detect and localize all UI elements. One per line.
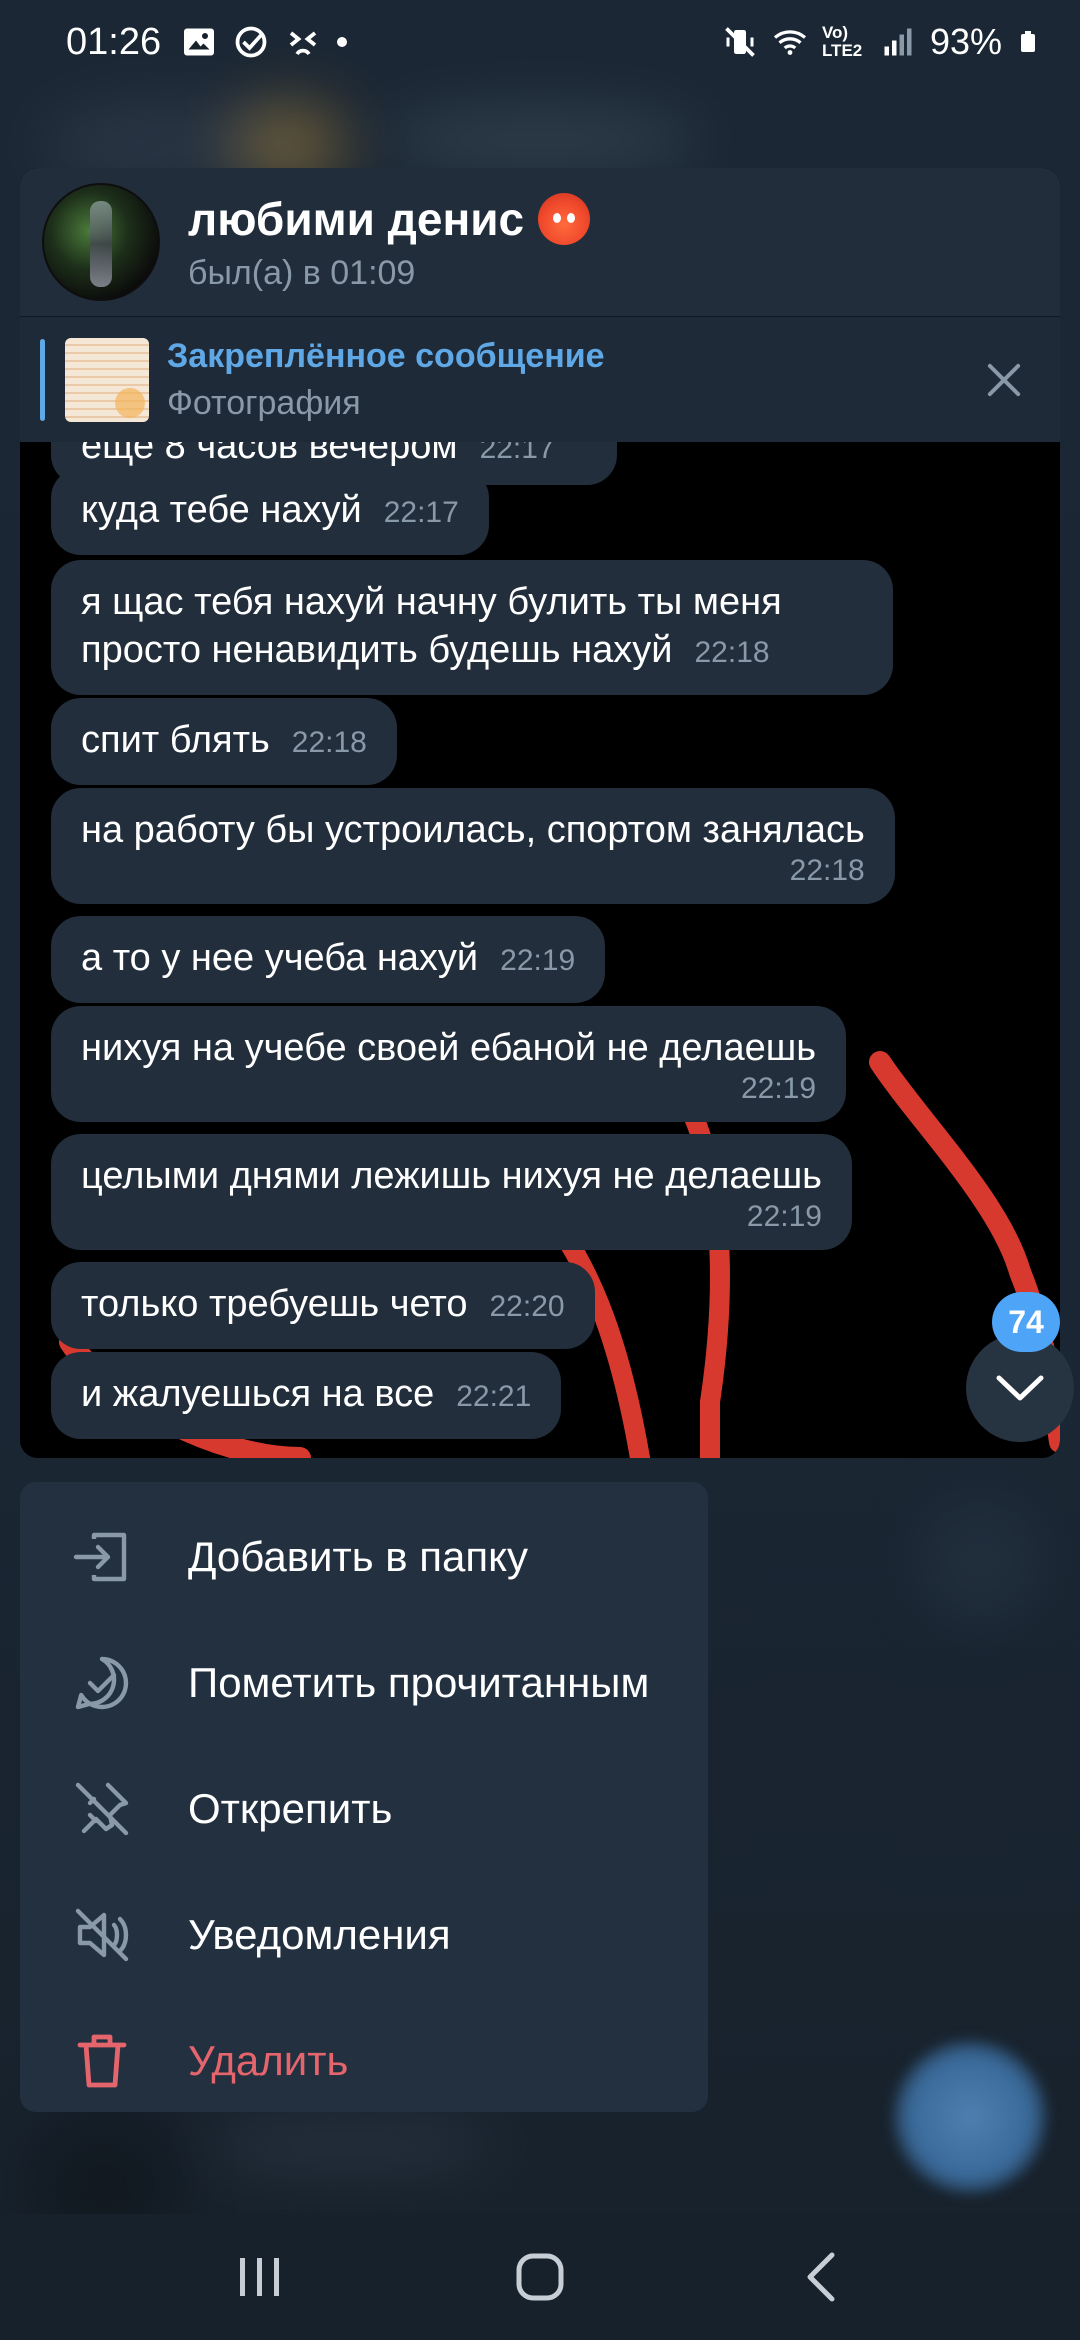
pinned-photo-thumbnail — [65, 337, 149, 422]
chat-header[interactable]: любими денис был(а) в 01:09 — [20, 168, 1060, 316]
fire-emoji-icon — [538, 192, 591, 245]
context-menu: Добавить в папку Пометить прочитанным От… — [20, 1482, 708, 2112]
battery-icon — [1021, 31, 1035, 52]
background-blur — [380, 110, 700, 170]
message-time: 22:19 — [746, 1200, 822, 1233]
network-label: Vo) LTE2 — [821, 23, 863, 60]
message-text: на работу бы устроилась, спортом занялас… — [81, 809, 865, 851]
menu-item-label: Открепить — [188, 1785, 393, 1832]
compose-fab — [893, 2040, 1047, 2194]
message-text: только требуешь чето — [81, 1283, 468, 1325]
home-button[interactable] — [500, 2237, 580, 2317]
message-text: целыми днями лежишь нихуя не делаешь — [81, 1155, 822, 1197]
message-bubble[interactable]: спит блять 22:18 — [51, 698, 397, 785]
check-notification-icon — [235, 26, 267, 58]
avatar[interactable] — [42, 183, 160, 301]
message-bubble[interactable]: а то у нее учеба нахуй 22:19 — [51, 916, 606, 1003]
background-blur — [920, 1500, 1040, 1620]
menu-item-label: Пометить прочитанным — [188, 1659, 650, 1706]
menu-item-unpin[interactable]: Открепить — [20, 1746, 708, 1872]
message-bubble[interactable]: целыми днями лежишь нихуя не делаешь 22:… — [51, 1134, 852, 1250]
unread-count-badge: 74 — [992, 1292, 1060, 1352]
pinned-subtitle: Фотография — [167, 383, 361, 422]
message-time: 22:20 — [489, 1290, 565, 1323]
battery-percent: 93% — [929, 21, 1002, 62]
last-seen-status: был(а) в 01:09 — [188, 253, 416, 292]
message-bubble[interactable]: и жалуешься на все 22:21 — [51, 1352, 562, 1439]
status-bar: 01:26 Vo) LTE2 93% — [0, 0, 1080, 84]
pinned-indicator — [40, 338, 45, 421]
menu-item-label: Добавить в папку — [188, 1533, 528, 1580]
system-nav-bar — [0, 2214, 1080, 2340]
message-time: 22:17 — [479, 442, 555, 465]
pinned-title: Закреплённое сообщение — [167, 336, 605, 375]
trash-icon — [77, 2034, 127, 2088]
message-text: нихуя на учебе своей ебаной не делаешь — [81, 1027, 817, 1069]
vibrate-mute-icon — [725, 27, 755, 57]
add-to-folder-icon — [73, 1532, 127, 1582]
chat-preview[interactable]: любими денис был(а) в 01:09 Закреплённое… — [20, 168, 1060, 1458]
message-time: 22:19 — [740, 1072, 817, 1105]
message-bubble[interactable]: на работу бы устроилась, спортом занялас… — [51, 788, 895, 904]
message-text: куда тебе нахуй — [81, 489, 362, 531]
more-notifications-dot — [337, 37, 348, 47]
menu-item-label: Удалить — [188, 2037, 349, 2084]
close-pinned-icon[interactable] — [984, 360, 1024, 400]
message-bubble[interactable]: нихуя на учебе своей ебаной не делаешь 2… — [51, 1006, 847, 1122]
message-bubble[interactable]: только требуешь чето 22:20 — [51, 1262, 595, 1349]
message-text: а то у нее учеба нахуй — [81, 937, 479, 979]
background-blur — [200, 2120, 500, 2170]
message-time: 22:18 — [291, 726, 367, 759]
chevron-down-icon — [996, 1375, 1044, 1401]
menu-item-notifications[interactable]: Уведомления — [20, 1872, 708, 1998]
pinned-message-bar[interactable]: Закреплённое сообщение Фотография — [20, 316, 1060, 442]
menu-item-mark-read[interactable]: Пометить прочитанным — [20, 1620, 708, 1746]
message-text: спит блять — [81, 719, 270, 761]
menu-item-label: Уведомления — [188, 1911, 451, 1958]
menu-item-delete[interactable]: Удалить — [20, 1998, 708, 2124]
message-time: 22:19 — [500, 944, 576, 977]
message-time: 22:21 — [456, 1380, 532, 1413]
status-time: 01:26 — [66, 20, 162, 63]
app-notification-icon — [289, 31, 317, 56]
message-time: 22:18 — [694, 636, 770, 669]
message-text: я щас тебя нахуй начну булить ты меня пр… — [81, 581, 782, 671]
recent-apps-icon — [240, 2258, 279, 2296]
message-text: и жалуешься на все — [81, 1373, 435, 1415]
recent-apps-button[interactable] — [220, 2237, 300, 2317]
signal-icon — [884, 28, 912, 56]
back-button[interactable] — [780, 2237, 860, 2317]
back-icon — [807, 2252, 835, 2302]
message-text: еще 8 часов вечером — [81, 442, 458, 467]
message-bubble[interactable]: я щас тебя нахуй начну булить ты меня пр… — [51, 560, 893, 695]
message-bubble[interactable]: куда тебе нахуй 22:17 — [51, 468, 489, 555]
chat-messages[interactable]: еще 8 часов вечером 22:17 куда тебе нахуй… — [20, 442, 1060, 1458]
mute-icon — [75, 1908, 129, 1962]
message-time: 22:18 — [789, 854, 865, 887]
gallery-notification-icon — [184, 28, 215, 56]
home-icon — [516, 2253, 564, 2301]
screen: 01:26 Vo) LTE2 93% любими денис был(а) в… — [0, 0, 1080, 2340]
menu-item-add-to-folder[interactable]: Добавить в папку — [20, 1494, 708, 1620]
wifi-icon — [773, 30, 806, 55]
mark-read-icon — [75, 1656, 129, 1710]
chat-name: любими денис — [188, 192, 525, 245]
message-time: 22:17 — [383, 496, 459, 529]
unpin-icon — [75, 1782, 129, 1836]
